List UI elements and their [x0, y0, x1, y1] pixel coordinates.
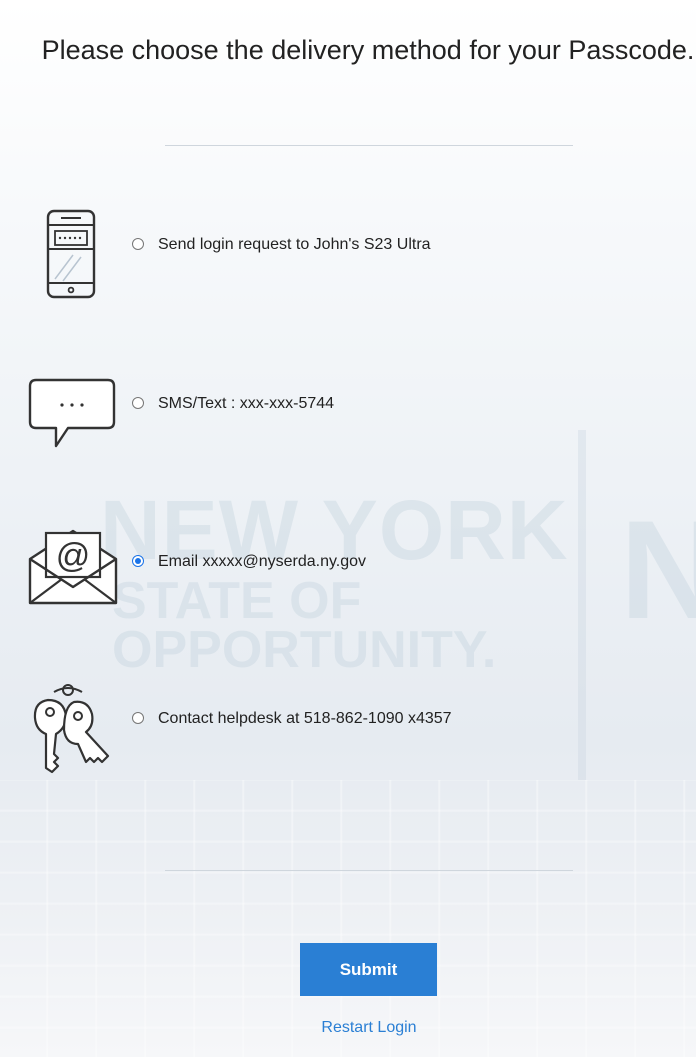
option-sms[interactable]: SMS/Text : xxx-xxx-5744	[0, 376, 696, 476]
radio-push-notification[interactable]	[132, 238, 144, 250]
restart-login-link[interactable]: Restart Login	[0, 1019, 696, 1037]
submit-button[interactable]: Submit	[300, 943, 437, 996]
solar-panel-texture	[0, 780, 696, 1057]
smartphone-icon	[45, 205, 97, 306]
svg-text:@: @	[56, 537, 91, 575]
option-label-push[interactable]: Send login request to John's S23 Ultra	[158, 236, 431, 254]
top-divider	[165, 145, 573, 146]
chat-bubble-icon	[26, 376, 118, 457]
option-push-notification[interactable]: Send login request to John's S23 Ultra	[0, 205, 696, 305]
option-label-helpdesk[interactable]: Contact helpdesk at 518-862-1090 x4357	[158, 710, 452, 728]
radio-helpdesk[interactable]	[132, 712, 144, 724]
page-title: Please choose the delivery method for yo…	[41, 35, 695, 65]
option-email[interactable]: @ Email xxxxx@nyserda.ny.gov	[0, 525, 696, 625]
option-label-sms[interactable]: SMS/Text : xxx-xxx-5744	[158, 395, 334, 413]
email-envelope-icon: @	[26, 525, 120, 612]
radio-sms[interactable]	[132, 397, 144, 409]
radio-email[interactable]	[132, 555, 144, 567]
option-helpdesk[interactable]: Contact helpdesk at 518-862-1090 x4357	[0, 682, 696, 782]
bottom-divider	[165, 870, 573, 871]
option-label-email[interactable]: Email xxxxx@nyserda.ny.gov	[158, 553, 366, 571]
keys-icon	[30, 682, 114, 779]
watermark-opportunity: OPPORTUNITY.	[112, 621, 497, 679]
